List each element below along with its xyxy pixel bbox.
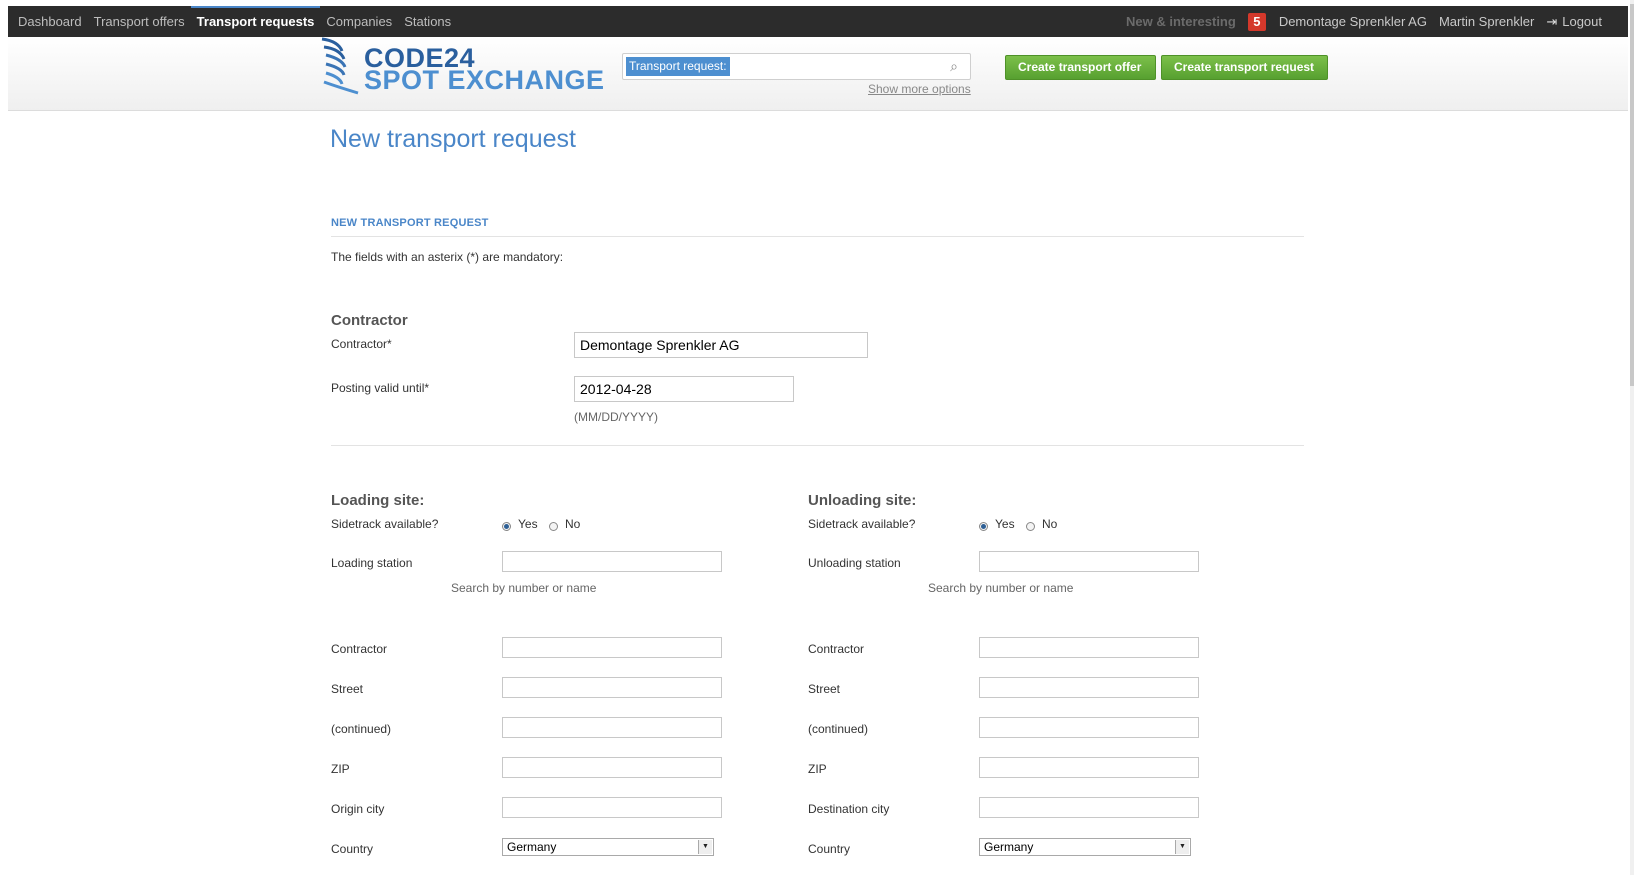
unloading-continued-label: (continued)	[808, 722, 869, 736]
section-heading: NEW TRANSPORT REQUEST	[331, 217, 489, 229]
loading-yes-label[interactable]: Yes	[518, 517, 538, 531]
user-name-link[interactable]: Martin Sprenkler	[1439, 6, 1534, 37]
unloading-zip-label: ZIP	[808, 762, 827, 776]
unloading-yes-label[interactable]: Yes	[995, 517, 1015, 531]
unloading-no-label[interactable]: No	[1042, 517, 1057, 531]
contractor-divider	[331, 445, 1304, 446]
nav-stations[interactable]: Stations	[398, 6, 457, 37]
unloading-sidetrack-label: Sidetrack available?	[808, 517, 916, 531]
destination-city-label: Destination city	[808, 802, 890, 816]
scrollbar-thumb[interactable]	[1630, 4, 1634, 386]
unloading-contractor-label: Contractor	[808, 642, 865, 656]
unloading-country-select[interactable]: Germany ▼	[979, 838, 1191, 856]
unloading-sidetrack-yes-radio[interactable]	[979, 522, 988, 531]
logout-icon[interactable]: ⇥	[1546, 6, 1557, 37]
chevron-down-icon[interactable]: ▼	[1175, 840, 1189, 854]
contractor-field[interactable]	[574, 332, 868, 358]
contractor-label: Contractor*	[331, 337, 392, 351]
destination-city-input[interactable]	[979, 797, 1199, 818]
loading-country-value: Germany	[507, 840, 557, 854]
unloading-street-continued-input[interactable]	[979, 717, 1199, 738]
posting-valid-label: Posting valid until*	[331, 381, 430, 395]
unloading-sidetrack-no-radio[interactable]	[1026, 522, 1035, 531]
logo-swoosh-icon	[321, 37, 359, 95]
company-link[interactable]: Demontage Sprenkler AG	[1279, 6, 1427, 37]
nav-dashboard[interactable]: Dashboard	[8, 6, 88, 37]
loading-street-label: Street	[331, 682, 364, 696]
logout-link[interactable]: Logout	[1562, 6, 1602, 37]
unloading-zip-input[interactable]	[979, 757, 1199, 778]
loading-no-label[interactable]: No	[565, 517, 580, 531]
search-box[interactable]: Transport request: ⌕	[622, 53, 971, 80]
date-format-hint: (MM/DD/YYYY)	[574, 410, 658, 424]
search-scope-tag[interactable]: Transport request:	[626, 57, 730, 76]
loading-continued-label: (continued)	[331, 722, 392, 736]
unloading-station-label: Unloading station	[808, 556, 901, 570]
nav-companies[interactable]: Companies	[320, 6, 398, 37]
logo-text-spot-exchange: SPOT EXCHANGE	[364, 65, 605, 95]
loading-zip-input[interactable]	[502, 757, 722, 778]
loading-country-select[interactable]: Germany ▼	[502, 838, 714, 856]
create-transport-request-button[interactable]: Create transport request	[1161, 55, 1328, 80]
loading-sidetrack-yes-radio[interactable]	[502, 522, 511, 531]
page-title: New transport request	[330, 125, 576, 153]
loading-zip-label: ZIP	[331, 762, 350, 776]
contractor-heading: Contractor	[331, 312, 408, 329]
create-transport-offer-button[interactable]: Create transport offer	[1005, 55, 1156, 80]
loading-street-continued-input[interactable]	[502, 717, 722, 738]
loading-contractor-label: Contractor	[331, 642, 388, 656]
search-icon[interactable]: ⌕	[950, 58, 958, 75]
page-scrollbar[interactable]	[1630, 0, 1634, 875]
section-divider	[331, 236, 1304, 237]
origin-city-input[interactable]	[502, 797, 722, 818]
unloading-contractor-input[interactable]	[979, 637, 1199, 658]
loading-station-input[interactable]	[502, 551, 722, 572]
show-more-options-link[interactable]: Show more options	[868, 82, 971, 96]
unloading-country-label: Country	[808, 842, 851, 856]
loading-station-hint: Search by number or name	[451, 581, 597, 595]
unloading-country-value: Germany	[984, 840, 1034, 854]
user-menu: New & interesting 5 Demontage Sprenkler …	[1126, 6, 1602, 37]
unloading-site-heading: Unloading site:	[808, 492, 917, 509]
loading-sidetrack-no-radio[interactable]	[549, 522, 558, 531]
posting-valid-field[interactable]	[574, 376, 794, 402]
origin-city-label: Origin city	[331, 802, 385, 816]
nav-transport-requests[interactable]: Transport requests	[190, 6, 321, 37]
loading-station-label: Loading station	[331, 556, 413, 570]
loading-country-label: Country	[331, 842, 374, 856]
unloading-street-input[interactable]	[979, 677, 1199, 698]
header-band: CODE24 SPOT EXCHANGE Transport request: …	[8, 37, 1628, 111]
main-menu: Dashboard Transport offers Transport req…	[8, 6, 457, 37]
unloading-street-label: Street	[808, 682, 841, 696]
chevron-down-icon[interactable]: ▼	[698, 840, 712, 854]
logo[interactable]: CODE24 SPOT EXCHANGE	[318, 37, 608, 99]
loading-sidetrack-label: Sidetrack available?	[331, 517, 439, 531]
nav-transport-offers[interactable]: Transport offers	[88, 6, 191, 37]
mandatory-note: The fields with an asterix (*) are manda…	[331, 250, 564, 264]
loading-contractor-input[interactable]	[502, 637, 722, 658]
new-interesting-link[interactable]: New & interesting	[1126, 6, 1236, 37]
loading-site-heading: Loading site:	[331, 492, 425, 509]
notification-badge[interactable]: 5	[1247, 12, 1266, 31]
loading-street-input[interactable]	[502, 677, 722, 698]
top-navigation-bar: Dashboard Transport offers Transport req…	[8, 6, 1628, 37]
unloading-station-hint: Search by number or name	[928, 581, 1074, 595]
unloading-station-input[interactable]	[979, 551, 1199, 572]
